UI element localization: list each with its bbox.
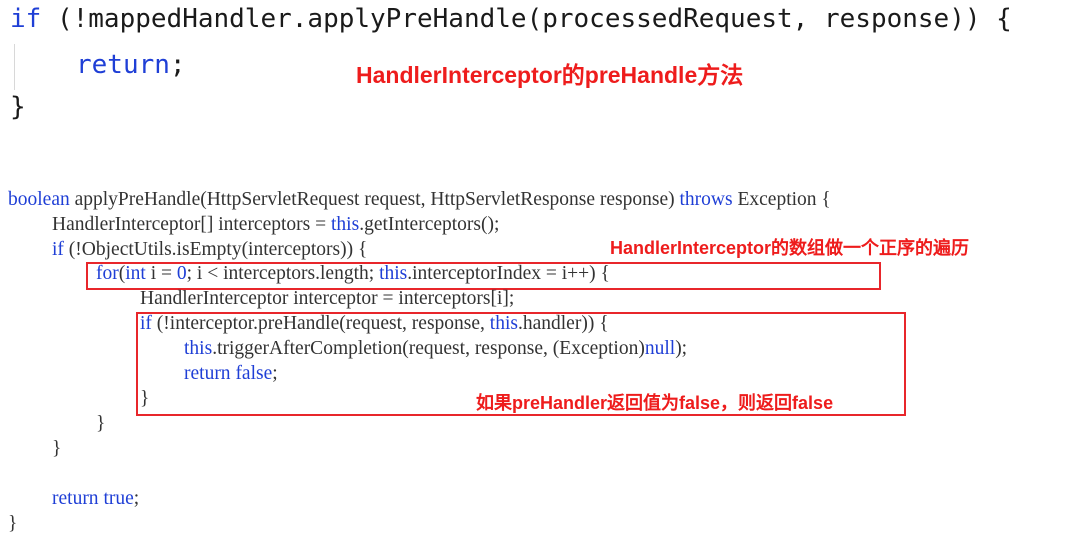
code-line-for-loop: for(int i = 0; i < interceptors.length; … [96, 263, 610, 285]
code-line-close-brace-if: } [140, 388, 149, 410]
code-line-close-brace-method: } [8, 513, 17, 535]
code-line-if-applyprehandle: if (!mappedHandler.applyPreHandle(proces… [10, 4, 1012, 34]
keyword-return: return [184, 363, 231, 384]
code-text: (!mappedHandler.applyPreHandle(processed… [41, 4, 1012, 34]
code-text: ; [169, 50, 186, 80]
keyword-this: this [184, 338, 213, 359]
code-text: HandlerInterceptor interceptor = interce… [140, 288, 515, 309]
keyword-null: null [644, 338, 676, 359]
code-text: HandlerInterceptor[] interceptors = [52, 214, 331, 235]
code-text: Exception { [732, 189, 831, 210]
annotation-array-traversal: HandlerInterceptor的数组做一个正序的遍历 [610, 238, 970, 258]
code-text: applyPreHandle(HttpServletRequest reques… [69, 189, 680, 210]
keyword-throws: throws [679, 189, 733, 210]
keyword-return: return [52, 488, 99, 509]
keyword-return: return [76, 50, 170, 80]
code-text: } [52, 438, 62, 459]
code-line-interceptor-assign: HandlerInterceptor interceptor = interce… [140, 288, 514, 310]
code-text: .getInterceptors(); [359, 214, 500, 235]
code-line-close-brace: } [10, 92, 26, 122]
code-text: ; i < interceptors.length; [186, 263, 380, 284]
code-text: .triggerAfterCompletion(request, respons… [212, 338, 645, 359]
code-text: (!ObjectUtils.isEmpty(interceptors)) { [63, 239, 368, 260]
code-text: .interceptorIndex = i++) { [407, 263, 610, 284]
keyword-int: int [125, 263, 146, 284]
code-text: ; [133, 488, 140, 509]
code-text: i = [145, 263, 177, 284]
code-line-close-brace-outer-if: } [52, 438, 61, 460]
annotation-prehandle-method: HandlerInterceptor的preHandle方法 [356, 62, 744, 88]
number-literal: 0 [176, 263, 187, 284]
keyword-boolean: boolean [8, 189, 70, 210]
code-text: ); [675, 338, 688, 359]
keyword-for: for [96, 263, 119, 284]
code-text: } [140, 388, 150, 409]
keyword-false: false [235, 363, 273, 384]
code-line-get-interceptors: HandlerInterceptor[] interceptors = this… [52, 214, 499, 236]
keyword-if: if [10, 4, 42, 34]
keyword-if: if [140, 313, 152, 334]
keyword-this: this [331, 214, 360, 235]
keyword-this: this [489, 313, 518, 334]
indent-guide [14, 44, 15, 90]
keyword-true: true [103, 488, 134, 509]
code-line-if-prehandle: if (!interceptor.preHandle(request, resp… [140, 313, 609, 335]
code-text: } [10, 92, 26, 122]
code-text: } [8, 513, 18, 534]
code-text: (!interceptor.preHandle(request, respons… [151, 313, 490, 334]
code-line-trigger-after-completion: this.triggerAfterCompletion(request, res… [184, 338, 687, 360]
code-line-return: return; [76, 50, 186, 80]
annotation-return-false: 如果preHandler返回值为false，则返回false [476, 393, 834, 413]
code-line-method-signature: boolean applyPreHandle(HttpServletReques… [8, 189, 831, 211]
code-line-return-true: return true; [52, 488, 139, 510]
code-text: ; [272, 363, 278, 384]
code-line-close-brace-for: } [96, 413, 105, 435]
keyword-if: if [52, 239, 64, 260]
code-text: } [96, 413, 106, 434]
keyword-this: this [379, 263, 408, 284]
code-text: .handler)) { [517, 313, 609, 334]
code-line-return-false: return false; [184, 363, 278, 385]
code-line-if-not-empty: if (!ObjectUtils.isEmpty(interceptors)) … [52, 239, 367, 261]
